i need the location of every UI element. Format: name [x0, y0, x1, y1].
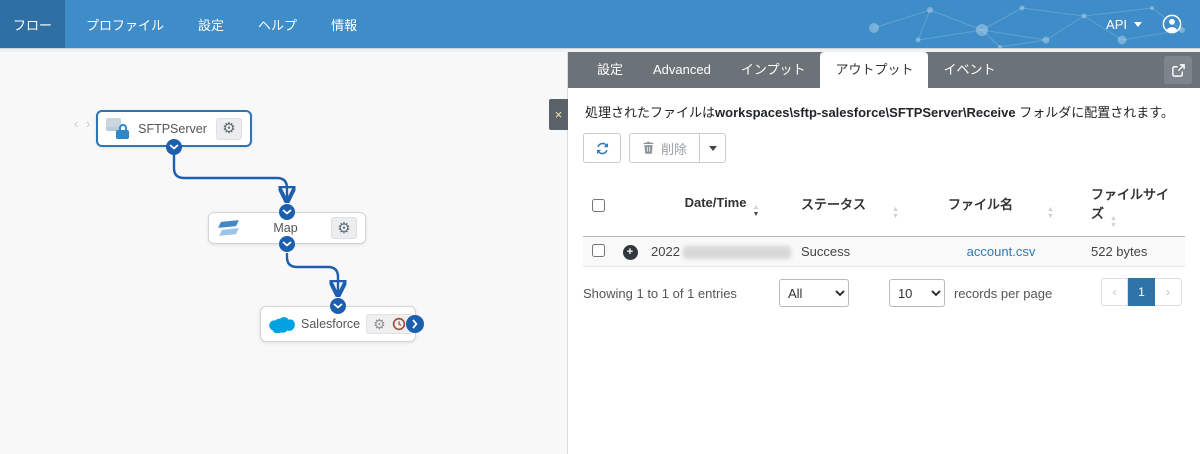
trash-icon: [643, 141, 654, 154]
close-panel-button[interactable]: ×: [549, 99, 568, 130]
status-filter-select[interactable]: All: [778, 279, 849, 307]
chevron-down-icon: [333, 303, 343, 309]
refresh-icon: [596, 142, 608, 154]
nav-item-profile[interactable]: プロファイル: [73, 0, 177, 48]
node-label: SFTPServer: [138, 121, 207, 136]
cell-filesize: 522 bytes: [1087, 236, 1185, 267]
map-input-port-button[interactable]: [279, 204, 295, 220]
output-folder-path: workspaces\sftp-salesforce\SFTPServer\Re…: [715, 105, 1016, 120]
column-header-datetime[interactable]: Date/Time ▲ ▼: [647, 177, 797, 237]
chevron-down-icon: [169, 144, 179, 150]
map-output-port-button[interactable]: [279, 236, 295, 252]
sftp-server-icon: [106, 118, 129, 139]
nav-item-settings[interactable]: 設定: [185, 0, 237, 48]
table-row[interactable]: + 2022 Success account.csv 522 bytes: [583, 236, 1185, 267]
api-dropdown[interactable]: API: [1106, 17, 1142, 32]
cell-status: Success: [797, 236, 915, 267]
salesforce-next-step-button[interactable]: [406, 315, 424, 333]
navbar-right: API: [1106, 0, 1200, 48]
nav-item-flow[interactable]: フロー: [0, 0, 66, 48]
showing-entries-text: Showing 1 to 1 of 1 entries: [583, 285, 737, 301]
expand-column-header: [613, 177, 647, 237]
chevron-down-icon: [282, 241, 292, 247]
details-panel: × 設定 Advanced インプット アウトプット イベント 処理されたファイ…: [549, 52, 1200, 454]
api-label: API: [1106, 16, 1127, 32]
table-footer: Showing 1 to 1 of 1 entries All 10 recor…: [583, 278, 1185, 307]
chevron-left-icon: ‹: [1112, 285, 1117, 299]
page-size-select[interactable]: 10: [888, 279, 945, 307]
delete-options-dropdown-button[interactable]: [700, 133, 727, 163]
row-checkbox[interactable]: [591, 243, 605, 257]
column-header-filesize[interactable]: ファイルサイズ ▲ ▼: [1087, 177, 1185, 237]
connector-map-to-salesforce: [285, 253, 338, 292]
schedule-status-button[interactable]: [392, 317, 406, 331]
pagination-next-button[interactable]: ›: [1155, 278, 1182, 306]
plus-icon: +: [626, 246, 634, 258]
chevron-down-icon: [282, 209, 292, 215]
tab-settings[interactable]: 設定: [582, 52, 638, 88]
tab-output[interactable]: アウトプット: [820, 52, 929, 88]
flow-canvas[interactable]: ‹ › SFTPServer ⚙ Map ⚙ Salesforce ⚙: [0, 52, 568, 454]
user-account-button[interactable]: [1162, 14, 1182, 34]
navbar: フロー プロファイル 設定 ヘルプ 情報 API: [0, 0, 1200, 48]
external-link-icon: [1171, 63, 1185, 77]
user-icon: [1162, 14, 1182, 34]
gear-icon: ⚙: [222, 120, 236, 137]
app-window: フロー プロファイル 設定 ヘルプ 情報 API ‹ › SFTPServer …: [0, 0, 1200, 454]
output-toolbar: 削除: [583, 133, 1185, 163]
sort-icon: ▲ ▼: [892, 205, 899, 220]
pagination-prev-button[interactable]: ‹: [1101, 278, 1128, 306]
delete-button-group: 削除: [629, 133, 727, 163]
node-label: Salesforce: [301, 317, 361, 331]
chevron-down-icon: [1134, 21, 1142, 27]
file-link[interactable]: account.csv: [967, 244, 1036, 259]
nav-item-help[interactable]: ヘルプ: [245, 0, 310, 48]
pagination: ‹ 1 ›: [1101, 278, 1182, 306]
flow-connectors: [172, 155, 568, 454]
node-settings-gear-button[interactable]: ⚙: [331, 217, 357, 239]
chevron-right-icon: [412, 319, 418, 329]
records-per-page-label: records per page: [953, 285, 1053, 301]
chevron-right-icon: ›: [1166, 285, 1170, 299]
connector-sftp-to-map: [172, 155, 287, 198]
tab-advanced[interactable]: Advanced: [638, 52, 726, 88]
sort-icon: ▲ ▼: [1047, 205, 1054, 220]
salesforce-cloud-icon: [269, 316, 295, 333]
clock-icon: [392, 317, 405, 331]
node-drag-handle-icon[interactable]: ‹ ›: [74, 116, 92, 131]
caret-down-icon: [708, 145, 717, 151]
panel-tabbar: 設定 Advanced インプット アウトプット イベント: [568, 52, 1200, 88]
pagination-page-1-button[interactable]: 1: [1128, 278, 1155, 306]
node-label: Map: [273, 221, 298, 235]
salesforce-input-port-button[interactable]: [330, 298, 346, 314]
output-folder-info: 処理されたファイルはworkspaces\sftp-salesforce\SFT…: [585, 105, 1174, 120]
gear-icon: ⚙: [337, 219, 351, 237]
open-in-new-window-button[interactable]: [1164, 56, 1192, 84]
nav-item-info[interactable]: 情報: [318, 0, 370, 48]
tab-event[interactable]: イベント: [928, 52, 1010, 88]
cell-datetime: 2022: [647, 236, 797, 267]
table-header-row: Date/Time ▲ ▼ ステータス ▲ ▼ ファイル名 ▲ ▼ ファイルサイズ ▲ ▼: [583, 177, 1185, 237]
map-transform-icon: [217, 219, 240, 238]
select-all-checkbox[interactable]: [591, 198, 605, 212]
output-files-table: Date/Time ▲ ▼ ステータス ▲ ▼ ファイル名 ▲ ▼ ファイルサイズ ▲ ▼: [583, 177, 1185, 267]
delete-button[interactable]: 削除: [629, 133, 701, 163]
delete-label: 削除: [661, 141, 688, 157]
column-header-filename[interactable]: ファイル名 ▲ ▼: [915, 177, 1087, 237]
refresh-button[interactable]: [583, 133, 621, 163]
expand-row-button[interactable]: +: [622, 245, 638, 260]
close-icon: ×: [554, 107, 563, 122]
node-settings-gear-button[interactable]: ⚙: [216, 117, 242, 140]
sftp-output-port-button[interactable]: [166, 139, 182, 155]
gear-icon[interactable]: ⚙: [373, 317, 386, 331]
sort-icon: ▲ ▼: [1110, 215, 1117, 229]
panel-body: 処理されたファイルはworkspaces\sftp-salesforce\SFT…: [568, 88, 1200, 307]
sort-icon: ▲ ▼: [752, 204, 760, 218]
tab-input[interactable]: インプット: [726, 52, 821, 88]
column-header-status[interactable]: ステータス ▲ ▼: [797, 177, 915, 237]
redacted-date-blur: [682, 246, 791, 260]
